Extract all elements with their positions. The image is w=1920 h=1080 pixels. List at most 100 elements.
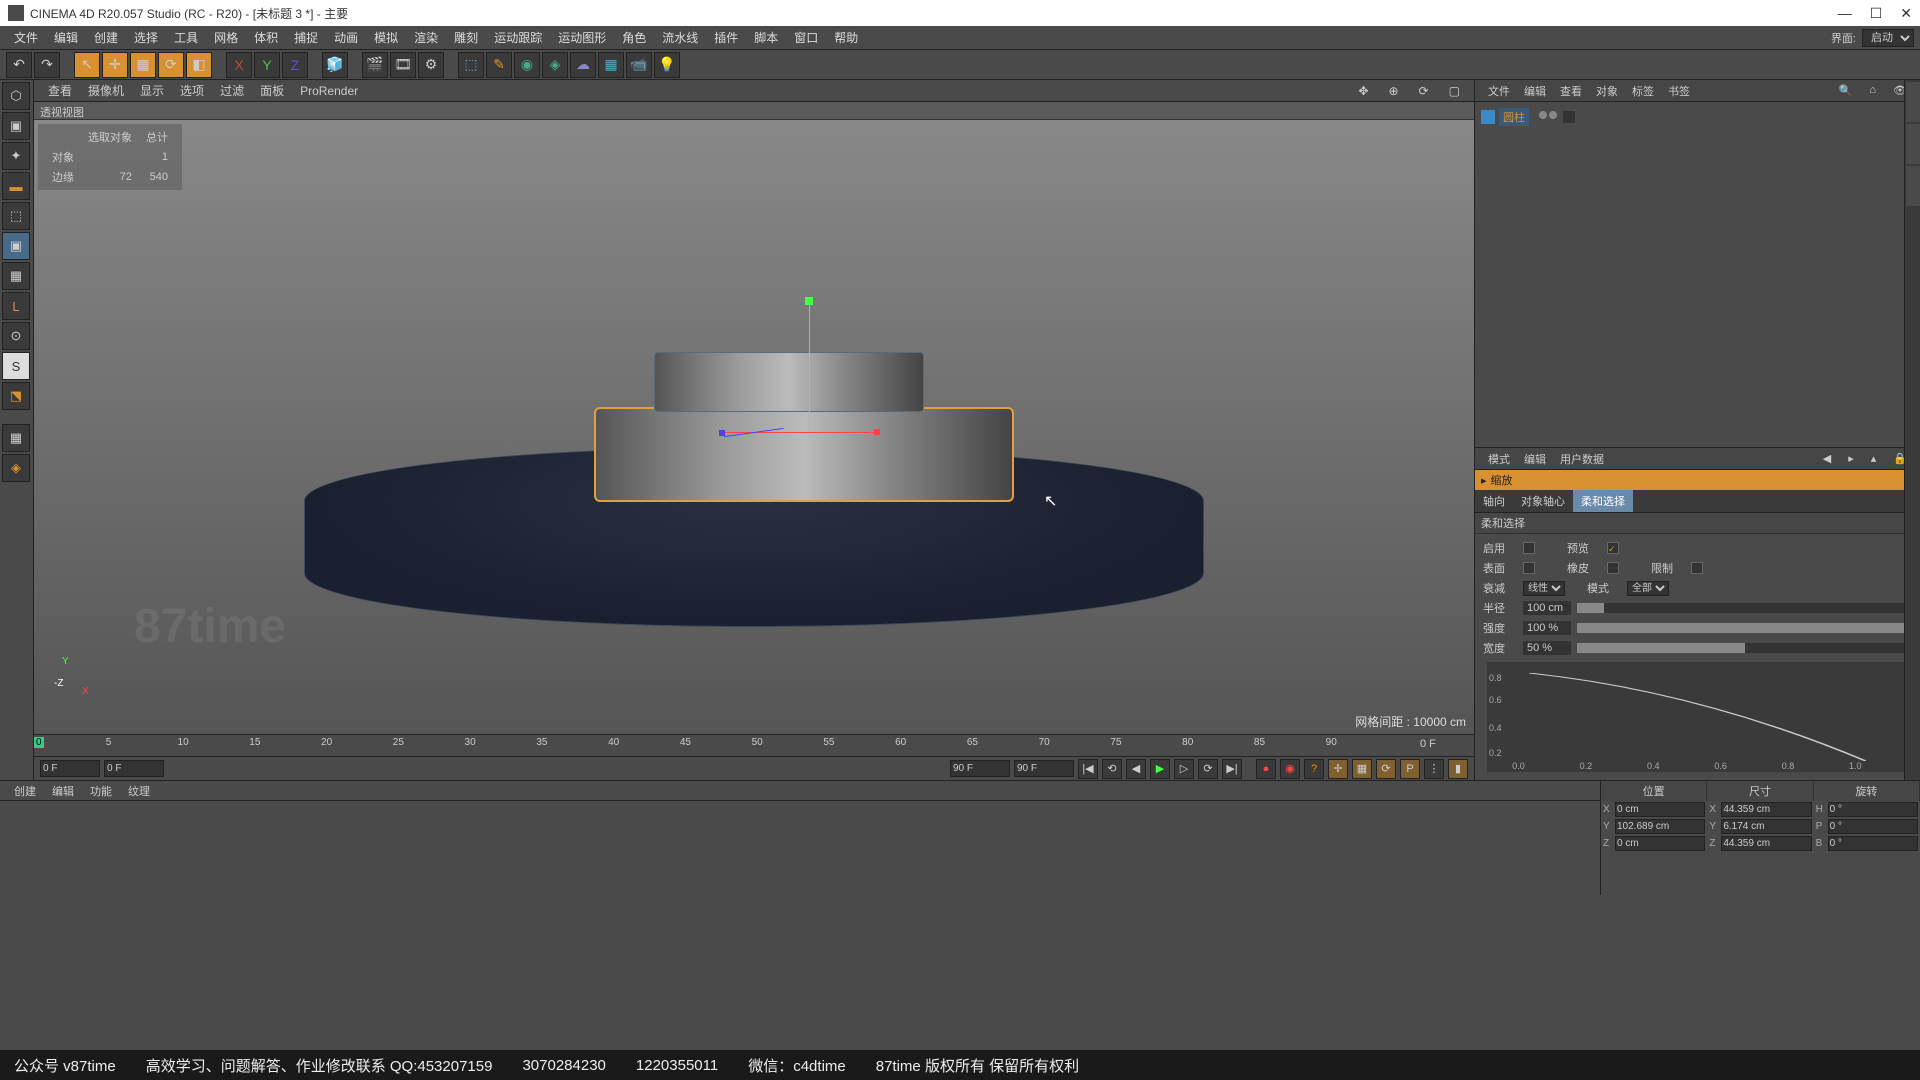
make-editable-button[interactable]: ⬡ — [2, 82, 30, 110]
om-file[interactable]: 文件 — [1481, 81, 1517, 101]
view-panel[interactable]: 面板 — [252, 80, 292, 101]
key-all-button[interactable]: ▮ — [1448, 759, 1468, 779]
object-name[interactable]: 圆柱 — [1499, 108, 1529, 126]
polygon-mode-button[interactable]: ▦ — [2, 262, 30, 290]
mat-create[interactable]: 创建 — [6, 781, 44, 801]
view-nav-icon[interactable]: ✥ — [1350, 82, 1376, 100]
size-z-field[interactable] — [1721, 836, 1811, 851]
rubber-checkbox[interactable] — [1607, 562, 1619, 574]
viewport-3d[interactable]: 选取对象总计 对象1 边缘72540 ↖ 87time YX-Z — [34, 120, 1474, 734]
menu-sculpt[interactable]: 雕刻 — [446, 26, 486, 49]
end-frame-field-2[interactable] — [1014, 760, 1074, 777]
spline-pen-button[interactable]: ✎ — [486, 52, 512, 78]
menu-edit[interactable]: 编辑 — [46, 26, 86, 49]
goto-end-button[interactable]: ▶| — [1222, 759, 1242, 779]
pos-x-field[interactable] — [1615, 802, 1705, 817]
key-scale-button[interactable]: ▦ — [1352, 759, 1372, 779]
view-zoom-icon[interactable]: ⊕ — [1381, 82, 1407, 100]
strength-slider[interactable] — [1577, 623, 1912, 633]
surface-checkbox[interactable] — [1523, 562, 1535, 574]
om-home-icon[interactable]: ⌂ — [1862, 82, 1883, 99]
attr-tab-objaxis[interactable]: 对象轴心 — [1513, 490, 1573, 512]
autokey-button[interactable]: ◉ — [1280, 759, 1300, 779]
falloff-select[interactable]: 线性 — [1523, 581, 1565, 596]
menu-tools[interactable]: 工具 — [166, 26, 206, 49]
rot-b-field[interactable] — [1828, 836, 1918, 851]
mat-edit[interactable]: 编辑 — [44, 781, 82, 801]
strength-value[interactable]: 100 % — [1523, 621, 1571, 635]
limit-checkbox[interactable] — [1691, 562, 1703, 574]
next-frame-button[interactable]: ▷ — [1174, 759, 1194, 779]
render-settings-button[interactable]: ⚙ — [418, 52, 444, 78]
camera-button[interactable]: ▦ — [598, 52, 624, 78]
view-rotate-icon[interactable]: ⟳ — [1411, 82, 1437, 100]
view-display[interactable]: 显示 — [132, 80, 172, 101]
visibility-dot-render[interactable] — [1549, 111, 1557, 119]
width-slider[interactable] — [1577, 643, 1912, 653]
end-frame-field[interactable] — [950, 760, 1010, 777]
step-fwd-button[interactable]: ⟳ — [1198, 759, 1218, 779]
select-tool[interactable]: ↖ — [74, 52, 100, 78]
mat-texture[interactable]: 纹理 — [120, 781, 158, 801]
key-rot-button[interactable]: ⟳ — [1376, 759, 1396, 779]
coord-system-button[interactable]: 🧊 — [322, 52, 348, 78]
workplane-snap-button[interactable]: ⬔ — [2, 382, 30, 410]
om-search-icon[interactable]: 🔍 — [1832, 82, 1860, 99]
mat-function[interactable]: 功能 — [82, 781, 120, 801]
snap-button[interactable]: S — [2, 352, 30, 380]
last-tool[interactable]: ◧ — [186, 52, 212, 78]
texture-mode-button[interactable]: ✦ — [2, 142, 30, 170]
om-object[interactable]: 对象 — [1589, 81, 1625, 101]
uv-button[interactable]: ◈ — [2, 454, 30, 482]
om-edit[interactable]: 编辑 — [1517, 81, 1553, 101]
falloff-graph[interactable]: 0.8 0.6 0.4 0.2 0.0 0.2 0.4 0.6 0.8 1.0 — [1487, 662, 1908, 772]
prev-frame-button[interactable]: ◀ — [1126, 759, 1146, 779]
axis-mode-button[interactable]: L — [2, 292, 30, 320]
pos-z-field[interactable] — [1615, 836, 1705, 851]
radius-slider[interactable] — [1577, 603, 1912, 613]
axis-z-button[interactable]: Z — [282, 52, 308, 78]
undo-button[interactable]: ↶ — [6, 52, 32, 78]
view-filter[interactable]: 过滤 — [212, 80, 252, 101]
visibility-dot-editor[interactable] — [1539, 111, 1547, 119]
rot-p-field[interactable] — [1828, 819, 1918, 834]
point-mode-button[interactable]: ⬚ — [2, 202, 30, 230]
mode-select[interactable]: 全部 — [1627, 581, 1669, 596]
start-frame-field-2[interactable] — [104, 760, 164, 777]
om-bookmarks[interactable]: 书签 — [1661, 81, 1697, 101]
menu-snap[interactable]: 捕捉 — [286, 26, 326, 49]
record-button[interactable]: ● — [1256, 759, 1276, 779]
rot-h-field[interactable] — [1828, 802, 1918, 817]
menu-help[interactable]: 帮助 — [826, 26, 866, 49]
view-max-icon[interactable]: ▢ — [1441, 82, 1468, 100]
start-frame-field[interactable] — [40, 760, 100, 777]
redo-button[interactable]: ↷ — [34, 52, 60, 78]
close-button[interactable]: ✕ — [1900, 5, 1912, 22]
axis-y-button[interactable]: Y — [254, 52, 280, 78]
dock-tab-2[interactable] — [1906, 124, 1920, 164]
preview-checkbox[interactable] — [1607, 542, 1619, 554]
light-button[interactable]: 📹 — [626, 52, 652, 78]
menu-script[interactable]: 脚本 — [746, 26, 786, 49]
environment-button[interactable]: ☁ — [570, 52, 596, 78]
am-edit[interactable]: 编辑 — [1517, 449, 1553, 469]
scale-tool[interactable]: ▦ — [130, 52, 156, 78]
am-up-icon[interactable]: ▴ — [1864, 450, 1884, 467]
menu-mograph[interactable]: 运动图形 — [550, 26, 614, 49]
view-options[interactable]: 选项 — [172, 80, 212, 101]
menu-file[interactable]: 文件 — [6, 26, 46, 49]
am-fwd-icon[interactable]: ▸ — [1841, 450, 1861, 467]
object-row-cylinder[interactable]: 圆柱 — [1479, 106, 1916, 128]
enable-checkbox[interactable] — [1523, 542, 1535, 554]
generator-button[interactable]: ◉ — [514, 52, 540, 78]
edge-mode-button[interactable]: ▣ — [2, 232, 30, 260]
menu-anim[interactable]: 动画 — [326, 26, 366, 49]
move-tool[interactable]: ✛ — [102, 52, 128, 78]
menu-tracker[interactable]: 运动跟踪 — [486, 26, 550, 49]
timeline-ruler[interactable]: 051015202530354045505560657075808590 0 F — [34, 734, 1474, 756]
am-userdata[interactable]: 用户数据 — [1553, 449, 1611, 469]
render-view-button[interactable]: 🎬 — [362, 52, 388, 78]
rotate-tool[interactable]: ⟳ — [158, 52, 184, 78]
pos-y-field[interactable] — [1615, 819, 1705, 834]
menu-create[interactable]: 创建 — [86, 26, 126, 49]
